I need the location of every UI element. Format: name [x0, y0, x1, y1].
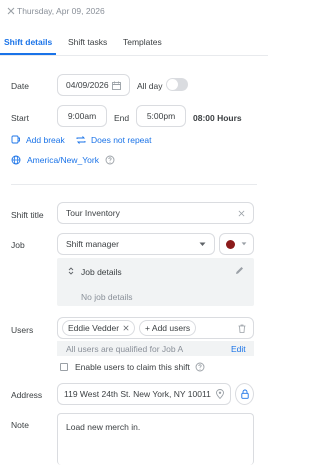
tab-bar: Shift details Shift tasks Templates: [0, 30, 268, 56]
job-select[interactable]: Shift manager: [57, 233, 215, 255]
timezone-label: America/New_York: [27, 155, 99, 165]
address-label: Address: [11, 390, 43, 400]
shift-title-input[interactable]: Tour Inventory: [57, 202, 254, 224]
start-time-input[interactable]: 9:00am: [57, 105, 107, 127]
job-details-panel: Job details No job details: [57, 258, 254, 306]
job-value: Shift manager: [66, 239, 119, 249]
users-label: Users: [11, 325, 34, 335]
help-icon[interactable]: [105, 155, 115, 165]
repeat-icon: [76, 135, 86, 145]
users-input[interactable]: Eddie Vedder + Add users: [57, 317, 254, 339]
claim-label: Enable users to claim this shift: [75, 362, 190, 372]
add-users-chip[interactable]: + Add users: [139, 320, 197, 336]
edit-link[interactable]: Edit: [231, 344, 246, 354]
qualified-text: All users are qualified for Job A: [66, 344, 184, 354]
window-header: Thursday, Apr 09, 2026: [0, 0, 268, 22]
repeat-label: Does not repeat: [91, 135, 152, 145]
claim-checkbox[interactable]: [60, 363, 68, 371]
toggle-knob: [167, 79, 178, 90]
expand-icon[interactable]: [68, 267, 74, 275]
chevron-down-icon: [199, 242, 206, 247]
globe-icon: [11, 155, 21, 165]
end-label: End: [114, 113, 130, 123]
clear-icon[interactable]: [238, 210, 245, 217]
user-chip: Eddie Vedder: [62, 320, 136, 336]
shift-title-label: Shift title: [11, 210, 44, 220]
note-label: Note: [11, 420, 29, 430]
allday-label: All day: [137, 81, 163, 91]
address-value: 119 West 24th St. New York, NY 10011: [64, 389, 211, 399]
no-job-details: No job details: [81, 292, 133, 302]
calendar-icon[interactable]: [112, 81, 121, 90]
hours-total: 08:00 Hours: [193, 113, 242, 123]
location-pin-icon[interactable]: [216, 389, 224, 399]
user-chip-label: Eddie Vedder: [68, 323, 120, 333]
job-details-label: Job details: [81, 267, 122, 277]
end-time-value: 5:00pm: [146, 111, 176, 121]
claim-row: Enable users to claim this shift: [57, 362, 205, 372]
repeat-link[interactable]: Does not repeat: [76, 135, 151, 145]
trash-icon[interactable]: [238, 324, 246, 333]
note-textarea[interactable]: Load new merch in.: [57, 413, 254, 465]
note-value: Load new merch in.: [66, 422, 141, 432]
date-value: 04/09/2026: [66, 80, 109, 90]
date-label: Date: [11, 81, 29, 91]
active-tab-indicator: [0, 53, 56, 55]
allday-toggle[interactable]: [166, 78, 188, 91]
add-break-label: Add break: [26, 135, 65, 145]
job-label: Job: [11, 240, 25, 250]
tab-shift-details[interactable]: Shift details: [4, 37, 52, 47]
section-divider: [11, 184, 257, 185]
lock-icon: [240, 389, 249, 399]
qualified-bar: All users are qualified for Job A Edit: [57, 341, 254, 356]
end-time-input[interactable]: 5:00pm: [136, 105, 186, 127]
header-date: Thursday, Apr 09, 2026: [17, 6, 105, 16]
lock-address-button[interactable]: [235, 383, 254, 405]
remove-user-icon[interactable]: [123, 325, 129, 331]
shift-title-value: Tour Inventory: [66, 208, 120, 218]
add-break-link[interactable]: Add break: [11, 135, 65, 145]
close-icon[interactable]: [6, 6, 16, 16]
job-color-select[interactable]: [219, 233, 254, 255]
date-input[interactable]: 04/09/2026: [57, 74, 130, 96]
address-input[interactable]: 119 West 24th St. New York, NY 10011: [57, 383, 231, 405]
edit-pencil-icon[interactable]: [235, 266, 244, 275]
job-color-swatch: [226, 239, 235, 249]
timezone-link[interactable]: America/New_York: [11, 155, 115, 165]
coffee-icon: [11, 135, 21, 145]
tab-templates[interactable]: Templates: [123, 37, 162, 47]
chevron-down-icon: [241, 242, 247, 246]
tab-shift-tasks[interactable]: Shift tasks: [68, 37, 107, 47]
start-time-value: 9:00am: [67, 111, 97, 121]
start-label: Start: [11, 113, 29, 123]
help-icon[interactable]: [195, 362, 205, 372]
